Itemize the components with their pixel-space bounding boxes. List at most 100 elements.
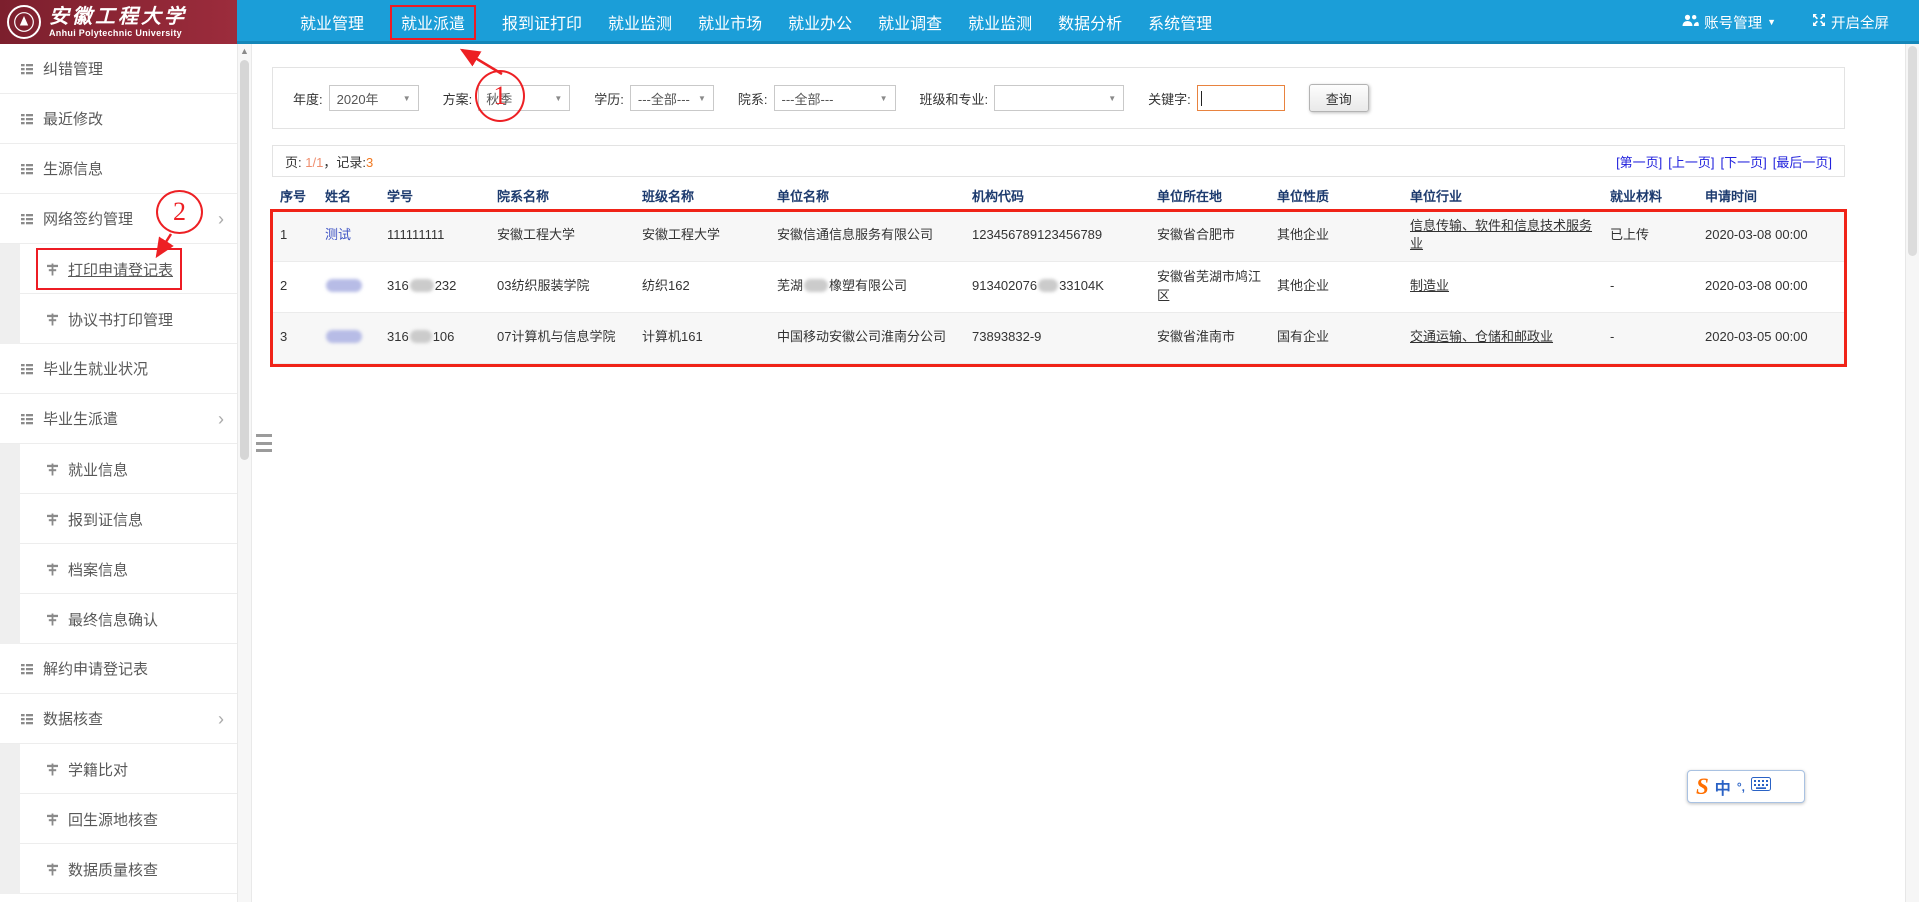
app-body: 纠错管理最近修改生源信息网络签约管理› 打印申请登记表协议书打印管理毕业生就业状况… <box>0 44 1919 902</box>
sidebar-scrollbar-thumb[interactable] <box>240 60 249 460</box>
filter-field-label: 院系: <box>738 89 768 108</box>
select-value: 2020年 <box>337 89 379 108</box>
cell-text: - <box>1610 278 1614 293</box>
cell: 其他企业 <box>1269 261 1402 312</box>
sidebar-item-13[interactable]: 数据核查› <box>0 694 237 744</box>
cell: 316106 <box>379 312 489 363</box>
filter-field-3: 学历: ---全部---▼ <box>594 85 714 111</box>
list-icon <box>20 212 34 226</box>
cell-text: 橡塑有限公司 <box>829 278 907 293</box>
search-button[interactable]: 查询 <box>1309 84 1369 112</box>
sidebar-item-10[interactable]: 档案信息 <box>0 544 237 594</box>
nav-item-7[interactable]: 就业调查 <box>865 0 955 44</box>
cell: 安徽工程大学 <box>489 210 634 261</box>
cell: 316232 <box>379 261 489 312</box>
main-nav: 就业管理就业派遣报到证打印就业监测就业市场就业办公就业调查就业监测数据分析系统管… <box>237 0 1682 44</box>
keyword-input[interactable] <box>1197 85 1285 111</box>
cell-text: 纺织162 <box>642 278 690 293</box>
page-info: 页: 1/1，记录:3 <box>285 152 373 171</box>
filter-select[interactable]: ▼ <box>994 85 1124 111</box>
sidebar-item-0[interactable]: 纠错管理 <box>0 44 237 94</box>
filter-fields: 年度:2020年▼方案:秋季▼学历:---全部---▼院系:---全部---▼班… <box>293 85 1309 111</box>
cell-text: 国有企业 <box>1277 329 1329 344</box>
chevron-down-icon: ▼ <box>698 94 706 103</box>
cell: 信息传输、软件和信息技术服务业 <box>1402 210 1602 261</box>
nav-item-9[interactable]: 数据分析 <box>1045 0 1135 44</box>
pagination-link-4[interactable]: [最后一页] <box>1773 152 1832 171</box>
nav-item-label: 就业管理 <box>300 10 364 34</box>
nav-item-label: 系统管理 <box>1148 10 1212 34</box>
cell: 安徽省合肥市 <box>1149 210 1269 261</box>
cell-text: 芜湖 <box>777 278 803 293</box>
account-label: 账号管理 <box>1704 12 1762 33</box>
sidebar-item-4[interactable]: 打印申请登记表 <box>0 244 237 294</box>
expand-arrows-icon <box>1812 13 1826 31</box>
table-header-row: 序号姓名学号院系名称班级名称单位名称机构代码单位所在地单位性质单位行业就业材料申… <box>272 180 1844 210</box>
sidebar-item-1[interactable]: 最近修改 <box>0 94 237 144</box>
account-menu[interactable]: 账号管理 ▼ <box>1682 12 1776 33</box>
nav-item-1[interactable]: 就业管理 <box>287 0 377 44</box>
redacted-blur <box>1038 279 1058 292</box>
ime-indicator[interactable]: S 中 °, <box>1687 770 1805 803</box>
sidebar-item-8[interactable]: 就业信息 <box>0 444 237 494</box>
filter-field-label: 学历: <box>594 89 624 108</box>
sidebar-item-3[interactable]: 网络签约管理› <box>0 194 237 244</box>
sidebar-item-label: 毕业生就业状况 <box>43 358 148 379</box>
cell-text: 2020-03-08 00:00 <box>1705 278 1808 293</box>
sidebar-item-9[interactable]: 报到证信息 <box>0 494 237 544</box>
sidebar-item-2[interactable]: 生源信息 <box>0 144 237 194</box>
column-header: 学号 <box>379 180 489 210</box>
page-info-sep: ，记录: <box>323 155 366 170</box>
nav-item-6[interactable]: 就业办公 <box>775 0 865 44</box>
sidebar-item-label: 纠错管理 <box>43 58 103 79</box>
university-title: 安徽工程大学 Anhui Polytechnic University <box>49 6 187 39</box>
pagination-link-2[interactable]: [上一页] <box>1668 152 1714 171</box>
select-value: ---全部--- <box>782 89 834 108</box>
filter-select[interactable]: 秋季▼ <box>478 85 570 111</box>
filter-field-label: 方案: <box>443 89 473 108</box>
sidebar-item-7[interactable]: 毕业生派遣› <box>0 394 237 444</box>
sidebar-scrollbar[interactable]: ▲ <box>237 44 252 902</box>
cell: 其他企业 <box>1269 210 1402 261</box>
ime-language-mode[interactable]: 中 <box>1715 775 1731 799</box>
cell-text: 1 <box>280 227 287 242</box>
sidebar-item-5[interactable]: 协议书打印管理 <box>0 294 237 344</box>
page-scrollbar[interactable] <box>1905 44 1919 902</box>
sidebar-item-15[interactable]: 回生源地核查 <box>0 794 237 844</box>
cell-text: 07计算机与信息学院 <box>497 329 615 344</box>
arrow-up-icon[interactable]: ▲ <box>238 46 251 56</box>
results-table: 序号姓名学号院系名称班级名称单位名称机构代码单位所在地单位性质单位行业就业材料申… <box>272 180 1844 364</box>
pagination-link-3[interactable]: [下一页] <box>1721 152 1767 171</box>
cell-text: 信息传输、软件和信息技术服务业 <box>1410 218 1592 251</box>
sidebar-item-6[interactable]: 毕业生就业状况 <box>0 344 237 394</box>
cell-text: 安徽工程大学 <box>497 227 575 242</box>
nav-item-3[interactable]: 报到证打印 <box>489 0 595 44</box>
sidebar-collapse-handle[interactable] <box>256 434 272 452</box>
sidebar-item-11[interactable]: 最终信息确认 <box>0 594 237 644</box>
cell-text: 安徽省合肥市 <box>1157 227 1235 242</box>
sidebar-item-12[interactable]: 解约申请登记表 <box>0 644 237 694</box>
nav-item-5[interactable]: 就业市场 <box>685 0 775 44</box>
filter-select[interactable]: 2020年▼ <box>329 85 419 111</box>
name-link[interactable]: 测试 <box>325 227 351 242</box>
sidebar-item-label: 打印申请登记表 <box>68 259 173 280</box>
filter-select[interactable]: ---全部---▼ <box>774 85 896 111</box>
fullscreen-button[interactable]: 开启全屏 <box>1812 12 1889 33</box>
table-row-3: 331610607计算机与信息学院计算机161中国移动安徽公司淮南分公司7389… <box>272 312 1844 363</box>
nav-item-10[interactable]: 系统管理 <box>1135 0 1225 44</box>
university-name-en: Anhui Polytechnic University <box>49 28 187 39</box>
nav-item-2[interactable]: 就业派遣 <box>377 0 489 44</box>
topbar: 安徽工程大学 Anhui Polytechnic University 就业管理… <box>0 0 1919 44</box>
cell: 111111111 <box>379 210 489 261</box>
page-scrollbar-thumb[interactable] <box>1908 46 1917 256</box>
keyboard-icon[interactable] <box>1751 777 1771 796</box>
filter-select[interactable]: ---全部---▼ <box>630 85 714 111</box>
nav-item-4[interactable]: 就业监测 <box>595 0 685 44</box>
cell: 91340207633104K <box>964 261 1149 312</box>
sidebar-item-14[interactable]: 学籍比对 <box>0 744 237 794</box>
pagination-link-1[interactable]: [第一页] <box>1616 152 1662 171</box>
nav-item-8[interactable]: 就业监测 <box>955 0 1045 44</box>
ime-punctuation-mode[interactable]: °, <box>1737 780 1745 794</box>
sidebar-item-16[interactable]: 数据质量核查 <box>0 844 237 894</box>
chevron-right-icon: › <box>218 710 224 728</box>
